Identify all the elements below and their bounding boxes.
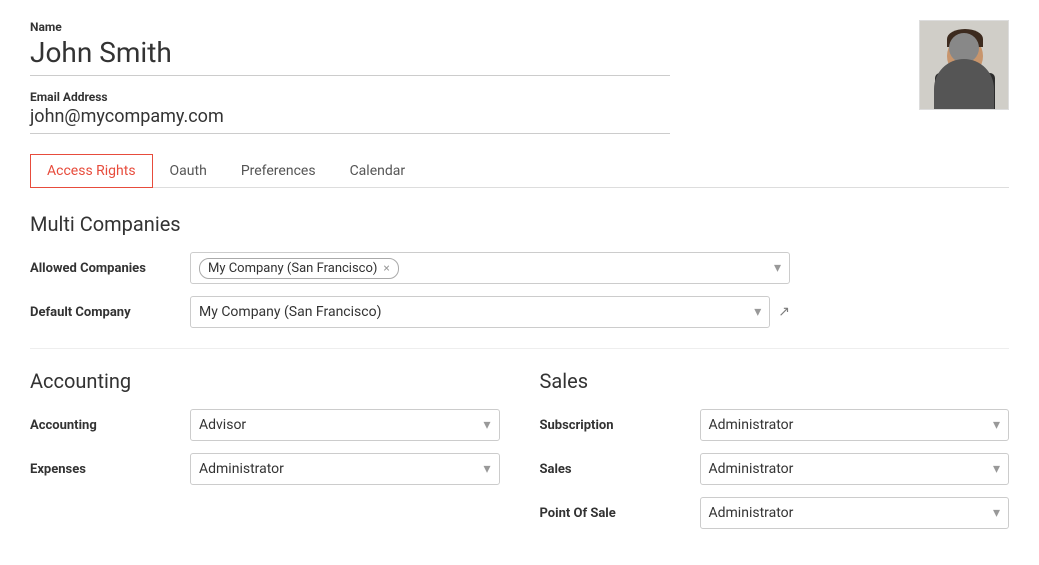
name-value: John Smith bbox=[30, 36, 670, 76]
default-company-external-link[interactable]: ↗ bbox=[778, 304, 790, 320]
point-of-sale-select[interactable]: Administrator bbox=[700, 497, 1010, 529]
expenses-value: Administrator bbox=[190, 453, 500, 485]
avatar-image bbox=[920, 21, 1008, 109]
point-of-sale-value: Administrator bbox=[700, 497, 1010, 529]
tab-preferences[interactable]: Preferences bbox=[224, 154, 333, 188]
subscription-value: Administrator bbox=[700, 409, 1010, 441]
subscription-label: Subscription bbox=[540, 418, 700, 433]
sales-value: Administrator bbox=[700, 453, 1010, 485]
tab-oauth[interactable]: Oauth bbox=[153, 154, 224, 188]
allowed-companies-value: My Company (San Francisco) × bbox=[190, 252, 790, 284]
sales-select-text: Administrator bbox=[709, 461, 794, 477]
default-company-select-text: My Company (San Francisco) bbox=[199, 304, 381, 320]
company-tag-close[interactable]: × bbox=[383, 261, 389, 275]
expenses-select-text: Administrator bbox=[199, 461, 284, 477]
accounting-row: Accounting Advisor bbox=[30, 409, 500, 441]
multi-companies-title: Multi Companies bbox=[30, 212, 1009, 236]
section-divider bbox=[30, 348, 1009, 349]
expenses-row: Expenses Administrator bbox=[30, 453, 500, 485]
company-tag: My Company (San Francisco) × bbox=[199, 258, 399, 279]
default-company-label: Default Company bbox=[30, 305, 190, 320]
header-section: Name John Smith Email Address john@mycom… bbox=[30, 20, 1009, 134]
sales-section: Sales Subscription Administrator Sales A… bbox=[540, 369, 1010, 541]
email-value: john@mycompamy.com bbox=[30, 106, 670, 134]
subscription-select-text: Administrator bbox=[709, 417, 794, 433]
tabs-container: Access Rights Oauth Preferences Calendar bbox=[30, 154, 1009, 188]
email-label: Email Address bbox=[30, 90, 889, 104]
tab-content-access-rights: Multi Companies Allowed Companies My Com… bbox=[30, 212, 1009, 541]
point-of-sale-label: Point Of Sale bbox=[540, 506, 700, 521]
accounting-section: Accounting Accounting Advisor Expenses A… bbox=[30, 369, 500, 541]
allowed-companies-label: Allowed Companies bbox=[30, 261, 190, 276]
sales-title: Sales bbox=[540, 369, 1010, 393]
tab-access-rights[interactable]: Access Rights bbox=[30, 154, 153, 188]
point-of-sale-row: Point Of Sale Administrator bbox=[540, 497, 1010, 529]
accounting-label: Accounting bbox=[30, 418, 190, 433]
two-col-sections: Accounting Accounting Advisor Expenses A… bbox=[30, 369, 1009, 541]
default-company-row: Default Company My Company (San Francisc… bbox=[30, 296, 1009, 328]
allowed-companies-row: Allowed Companies My Company (San Franci… bbox=[30, 252, 1009, 284]
page-container: Name John Smith Email Address john@mycom… bbox=[0, 0, 1039, 561]
subscription-select[interactable]: Administrator bbox=[700, 409, 1010, 441]
tab-calendar[interactable]: Calendar bbox=[333, 154, 423, 188]
default-company-select[interactable]: My Company (San Francisco) bbox=[190, 296, 770, 328]
accounting-select[interactable]: Advisor bbox=[190, 409, 500, 441]
name-label: Name bbox=[30, 20, 889, 34]
subscription-row: Subscription Administrator bbox=[540, 409, 1010, 441]
allowed-companies-input[interactable]: My Company (San Francisco) × bbox=[190, 252, 790, 284]
sales-select[interactable]: Administrator bbox=[700, 453, 1010, 485]
company-tag-label: My Company (San Francisco) bbox=[208, 261, 377, 276]
accounting-select-text: Advisor bbox=[199, 417, 246, 433]
default-company-value: My Company (San Francisco) ↗ bbox=[190, 296, 790, 328]
default-company-select-group: My Company (San Francisco) ↗ bbox=[190, 296, 790, 328]
point-of-sale-select-text: Administrator bbox=[709, 505, 794, 521]
accounting-title: Accounting bbox=[30, 369, 500, 393]
accounting-value: Advisor bbox=[190, 409, 500, 441]
sales-label: Sales bbox=[540, 462, 700, 477]
multi-companies-section: Multi Companies Allowed Companies My Com… bbox=[30, 212, 1009, 328]
expenses-select[interactable]: Administrator bbox=[190, 453, 500, 485]
expenses-label: Expenses bbox=[30, 462, 190, 477]
avatar[interactable] bbox=[919, 20, 1009, 110]
sales-row: Sales Administrator bbox=[540, 453, 1010, 485]
